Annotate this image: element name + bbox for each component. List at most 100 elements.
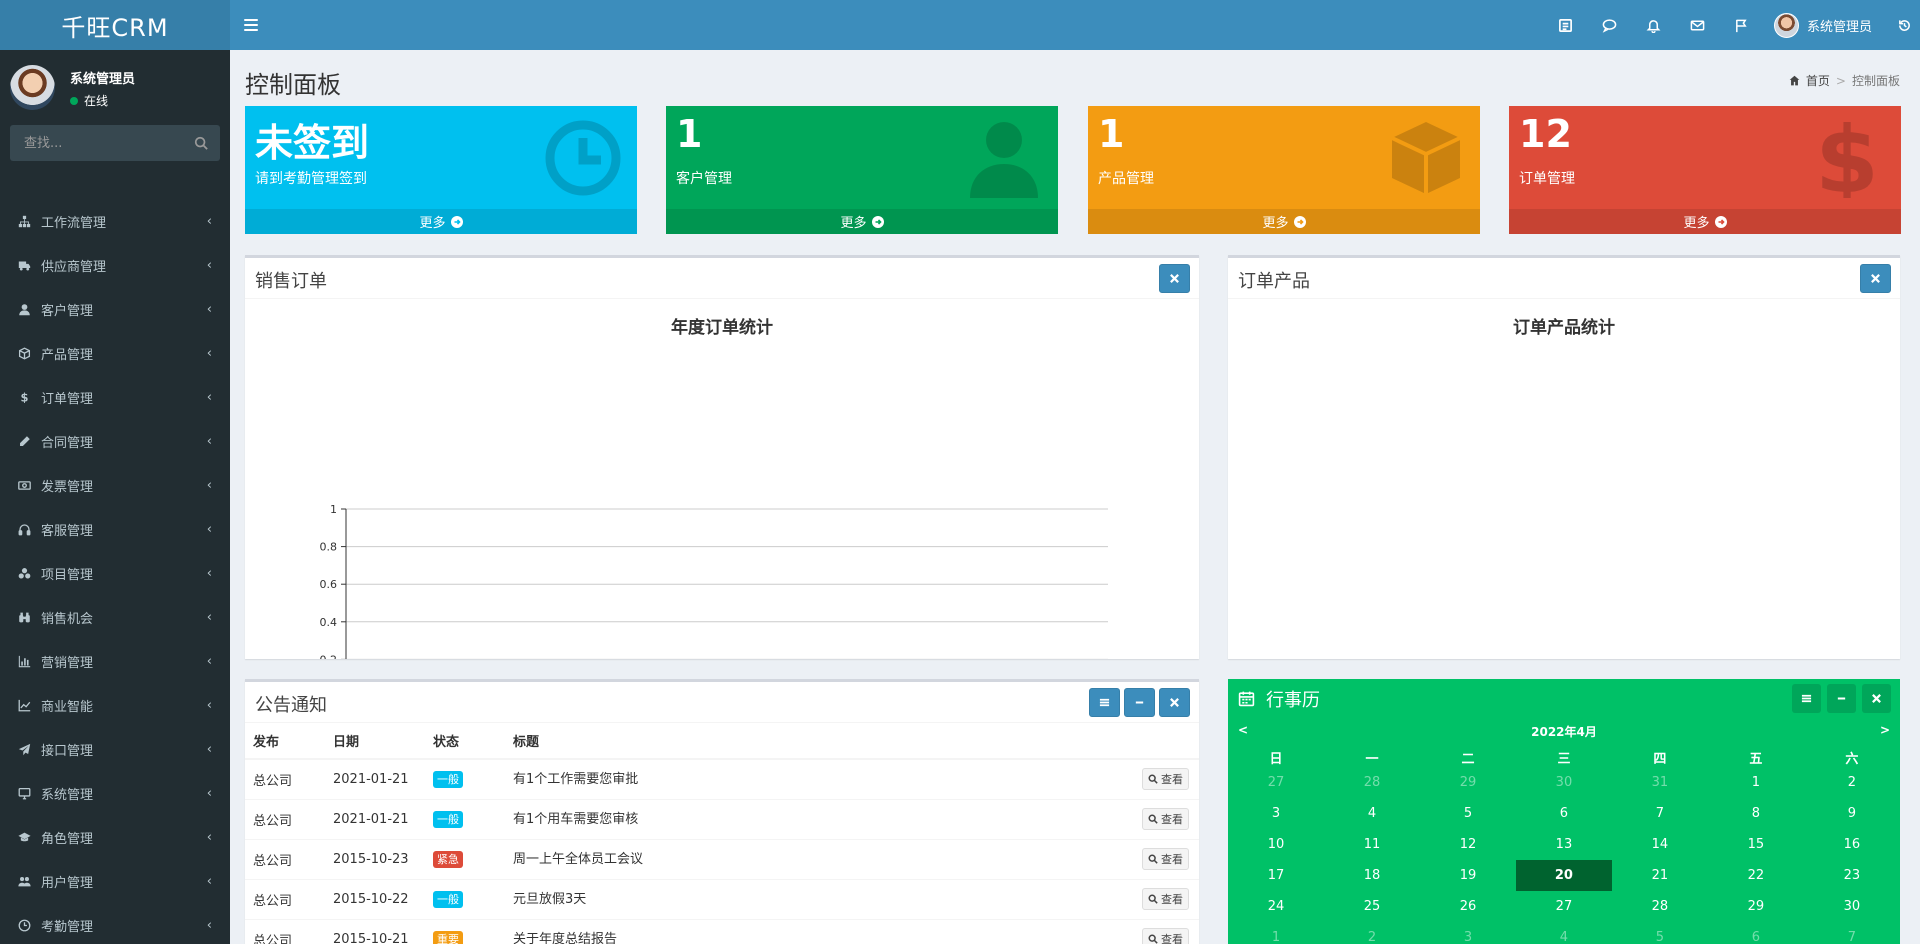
sidebar-item-4[interactable]: $ 订单管理 ‹ <box>0 375 230 419</box>
notice-title[interactable]: 元旦放假3天 <box>513 892 586 907</box>
close-button[interactable] <box>1860 264 1891 293</box>
calendar-day[interactable]: 4 <box>1516 922 1612 944</box>
sidebar-item-14[interactable]: 角色管理 ‹ <box>0 815 230 859</box>
sidebar-item-10[interactable]: 营销管理 ‹ <box>0 639 230 683</box>
notice-title[interactable]: 周一上午全体员工会议 <box>513 852 643 867</box>
calendar-day[interactable]: 27 <box>1228 767 1324 798</box>
sidebar-item-13[interactable]: 系统管理 ‹ <box>0 771 230 815</box>
notifications-button[interactable] <box>1632 0 1676 50</box>
calendar-day[interactable]: 30 <box>1516 767 1612 798</box>
notice-title[interactable]: 有1个用车需要您审核 <box>513 812 638 827</box>
mail-button[interactable] <box>1676 0 1720 50</box>
calendar-day[interactable]: 24 <box>1228 891 1324 922</box>
search-icon[interactable] <box>194 136 208 150</box>
sidebar-search-input[interactable] <box>10 125 220 161</box>
chevron-left-icon: ‹ <box>206 433 212 449</box>
calendar-day[interactable]: 29 <box>1420 767 1516 798</box>
calendar-close-button[interactable] <box>1862 684 1891 713</box>
calendar-day[interactable]: 7 <box>1804 922 1900 944</box>
chevron-left-icon: ‹ <box>206 741 212 757</box>
sidebar-item-1[interactable]: 供应商管理 ‹ <box>0 243 230 287</box>
calendar-day[interactable]: 17 <box>1228 860 1324 891</box>
messages-button[interactable] <box>1588 0 1632 50</box>
view-button[interactable]: 查看 <box>1142 928 1189 944</box>
view-button[interactable]: 查看 <box>1142 848 1189 870</box>
calendar-day[interactable]: 28 <box>1612 891 1708 922</box>
calendar-menu-button[interactable] <box>1792 684 1821 713</box>
sidebar-item-2[interactable]: 客户管理 ‹ <box>0 287 230 331</box>
calendar-day[interactable]: 26 <box>1420 891 1516 922</box>
calendar-day[interactable]: 10 <box>1228 829 1324 860</box>
calendar-day[interactable]: 5 <box>1612 922 1708 944</box>
calendar-day[interactable]: 29 <box>1708 891 1804 922</box>
notice-title[interactable]: 有1个工作需要您审批 <box>513 772 638 787</box>
calendar-day[interactable]: 30 <box>1804 891 1900 922</box>
sidebar-item-9[interactable]: 销售机会 ‹ <box>0 595 230 639</box>
calendar-day[interactable]: 7 <box>1612 798 1708 829</box>
calendar-day[interactable]: 9 <box>1804 798 1900 829</box>
calendar-day[interactable]: 12 <box>1420 829 1516 860</box>
arrow-circle-right-icon <box>1714 215 1727 228</box>
calendar-day[interactable]: 1 <box>1228 922 1324 944</box>
sidebar-toggle-button[interactable] <box>244 14 262 36</box>
calendar-day[interactable]: 23 <box>1804 860 1900 891</box>
calendar-day[interactable]: 21 <box>1612 860 1708 891</box>
close-button[interactable] <box>1159 688 1190 717</box>
calendar-day[interactable]: 2 <box>1324 922 1420 944</box>
logout-button[interactable] <box>1888 0 1920 50</box>
calendar-day[interactable]: 5 <box>1420 798 1516 829</box>
calendar-day[interactable]: 18 <box>1324 860 1420 891</box>
calendar-day[interactable]: 22 <box>1708 860 1804 891</box>
tile-more-link[interactable]: 更多 <box>1088 209 1480 234</box>
tile-value: 12 <box>1519 112 1572 156</box>
view-button[interactable]: 查看 <box>1142 888 1189 910</box>
calendar-day[interactable]: 19 <box>1420 860 1516 891</box>
app-logo[interactable]: 千旺CRM <box>0 0 230 50</box>
calendar-day[interactable]: 3 <box>1228 798 1324 829</box>
tile-more-link[interactable]: 更多 <box>666 209 1058 234</box>
tile-more-link[interactable]: 更多 <box>245 209 637 234</box>
tasks-button[interactable] <box>1544 0 1588 50</box>
sidebar-item-3[interactable]: 产品管理 ‹ <box>0 331 230 375</box>
calendar-day[interactable]: 1 <box>1708 767 1804 798</box>
calendar-day[interactable]: 14 <box>1612 829 1708 860</box>
publisher-cell: 总公司 <box>245 918 325 944</box>
calendar-next-button[interactable]: > <box>1880 723 1890 737</box>
close-button[interactable] <box>1159 264 1190 293</box>
sidebar-item-11[interactable]: 商业智能 ‹ <box>0 683 230 727</box>
user-menu[interactable]: 系统管理员 <box>1764 0 1888 50</box>
calendar-day[interactable]: 13 <box>1516 829 1612 860</box>
calendar-day[interactable]: 16 <box>1804 829 1900 860</box>
calendar-day[interactable]: 15 <box>1708 829 1804 860</box>
sidebar-item-6[interactable]: 发票管理 ‹ <box>0 463 230 507</box>
sidebar-item-5[interactable]: 合同管理 ‹ <box>0 419 230 463</box>
view-button[interactable]: 查看 <box>1142 808 1189 830</box>
notice-title[interactable]: 关于年度总结报告 <box>513 932 617 944</box>
tile-more-link[interactable]: 更多 <box>1509 209 1901 234</box>
calendar-day[interactable]: 6 <box>1708 922 1804 944</box>
calendar-day[interactable]: 27 <box>1516 891 1612 922</box>
sidebar-item-7[interactable]: 客服管理 ‹ <box>0 507 230 551</box>
view-button[interactable]: 查看 <box>1142 768 1189 791</box>
calendar-day[interactable]: 11 <box>1324 829 1420 860</box>
sidebar-item-15[interactable]: 用户管理 ‹ <box>0 859 230 903</box>
collapse-button[interactable] <box>1124 688 1155 717</box>
calendar-day[interactable]: 2 <box>1804 767 1900 798</box>
calendar-day[interactable]: 20 <box>1515 860 1612 891</box>
calendar-day[interactable]: 6 <box>1516 798 1612 829</box>
sidebar-item-0[interactable]: 工作流管理 ‹ <box>0 199 230 243</box>
calendar-collapse-button[interactable] <box>1827 684 1856 713</box>
calendar-day[interactable]: 28 <box>1324 767 1420 798</box>
flag-button[interactable] <box>1720 0 1764 50</box>
sidebar-item-12[interactable]: 接口管理 ‹ <box>0 727 230 771</box>
sidebar-item-16[interactable]: 考勤管理 ‹ <box>0 903 230 944</box>
calendar-day[interactable]: 25 <box>1324 891 1420 922</box>
calendar-day[interactable]: 3 <box>1420 922 1516 944</box>
calendar-day[interactable]: 31 <box>1612 767 1708 798</box>
calendar-day[interactable]: 4 <box>1324 798 1420 829</box>
sidebar-item-8[interactable]: 项目管理 ‹ <box>0 551 230 595</box>
list-button[interactable] <box>1089 688 1120 717</box>
calendar-day[interactable]: 8 <box>1708 798 1804 829</box>
breadcrumb-home[interactable]: 首页 <box>1806 72 1830 89</box>
calendar-month-label[interactable]: 2022年4月 <box>1228 723 1900 740</box>
